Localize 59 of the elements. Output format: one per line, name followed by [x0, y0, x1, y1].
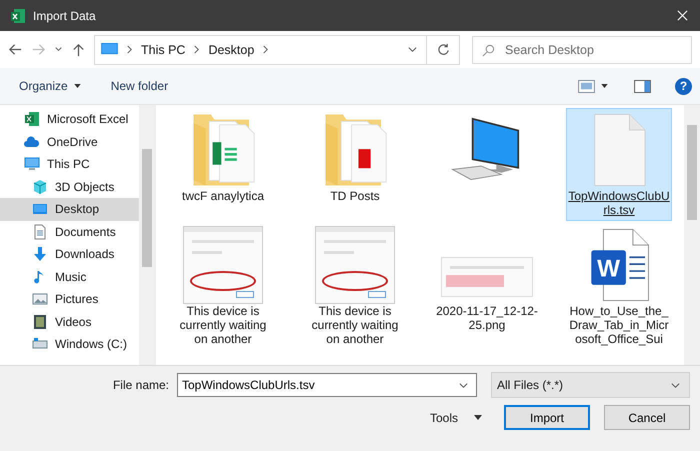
view-options-icon[interactable] [578, 80, 595, 92]
file-item[interactable]: 2020-11-17_12-12-25.png [434, 223, 540, 350]
sidebar-item[interactable]: 3D Objects [0, 176, 139, 198]
preview-pane-icon[interactable] [634, 80, 651, 92]
tools-menu[interactable]: Tools [430, 410, 482, 424]
chevron-right-icon [193, 45, 200, 54]
back-arrow-icon[interactable] [8, 42, 23, 57]
caret-icon[interactable] [601, 84, 608, 88]
doc-icon [32, 224, 48, 240]
refresh-button[interactable] [427, 34, 460, 64]
cancel-button[interactable]: Cancel [604, 405, 690, 430]
spreadsheet-app-icon [10, 8, 26, 24]
sidebar-item[interactable]: Documents [0, 220, 139, 243]
pc-icon [24, 156, 40, 172]
organize-menu[interactable]: Organize [19, 79, 81, 93]
sidebar-item[interactable]: Downloads [0, 243, 139, 266]
sidebar-item[interactable]: Windows (C:) [0, 333, 139, 356]
breadcrumb-item[interactable]: Desktop [208, 42, 254, 56]
breadcrumb-item[interactable]: This PC [141, 42, 186, 56]
search-field[interactable]: Search Desktop [472, 36, 692, 64]
file-name-label: File name: [112, 378, 169, 392]
up-arrow-icon[interactable] [71, 42, 86, 57]
sidebar-item[interactable]: Pictures [0, 288, 139, 310]
window-title: Import Data [33, 8, 97, 22]
monitor-icon [101, 43, 118, 56]
excel-icon [24, 111, 40, 128]
sidebar-item[interactable]: Videos [0, 310, 139, 333]
file-type-dropdown[interactable]: All Files (*.*) [491, 372, 690, 398]
help-button[interactable]: ? [675, 78, 692, 94]
new-folder-button[interactable]: New folder [110, 79, 168, 93]
refresh-icon [436, 43, 450, 56]
sidebar-item[interactable]: Desktop [0, 198, 139, 220]
close-icon[interactable] [677, 10, 688, 21]
address-bar[interactable]: This PC Desktop [94, 34, 427, 64]
file-item[interactable]: TD Posts [302, 108, 408, 221]
chevron-right-icon [126, 45, 133, 54]
cloud-icon [24, 134, 40, 150]
cube-icon [32, 178, 48, 195]
file-item[interactable]: W How_to_Use_the_Draw_Tab_in_Microsoft_Office_Sui [566, 223, 672, 350]
file-item[interactable]: This device is currently waiting on another [170, 223, 276, 350]
file-item[interactable]: twcF anaylytica [170, 108, 276, 221]
sidebar-item[interactable]: Music [0, 266, 139, 288]
chevron-down-icon[interactable] [54, 45, 63, 54]
file-item[interactable]: TopWindowsClubUrls.tsv [566, 108, 672, 221]
chevron-right-icon[interactable] [262, 45, 270, 54]
caret-icon [474, 415, 482, 420]
search-icon [482, 44, 495, 56]
download-icon [32, 246, 48, 262]
file-item[interactable]: This device is currently waiting on another [302, 223, 408, 350]
videos-icon [32, 314, 48, 330]
sidebar-item[interactable]: OneDrive [0, 130, 139, 153]
sidebar-item[interactable]: This PC [0, 153, 139, 176]
caret-icon [74, 84, 81, 88]
sidebar-item[interactable]: Microsoft Excel [0, 108, 139, 130]
pictures-icon [32, 291, 48, 308]
import-button[interactable]: Import [504, 405, 590, 430]
file-name-field[interactable]: TopWindowsClubUrls.tsv [177, 373, 477, 397]
scrollbar[interactable] [139, 105, 155, 365]
scrollbar[interactable] [684, 105, 700, 365]
